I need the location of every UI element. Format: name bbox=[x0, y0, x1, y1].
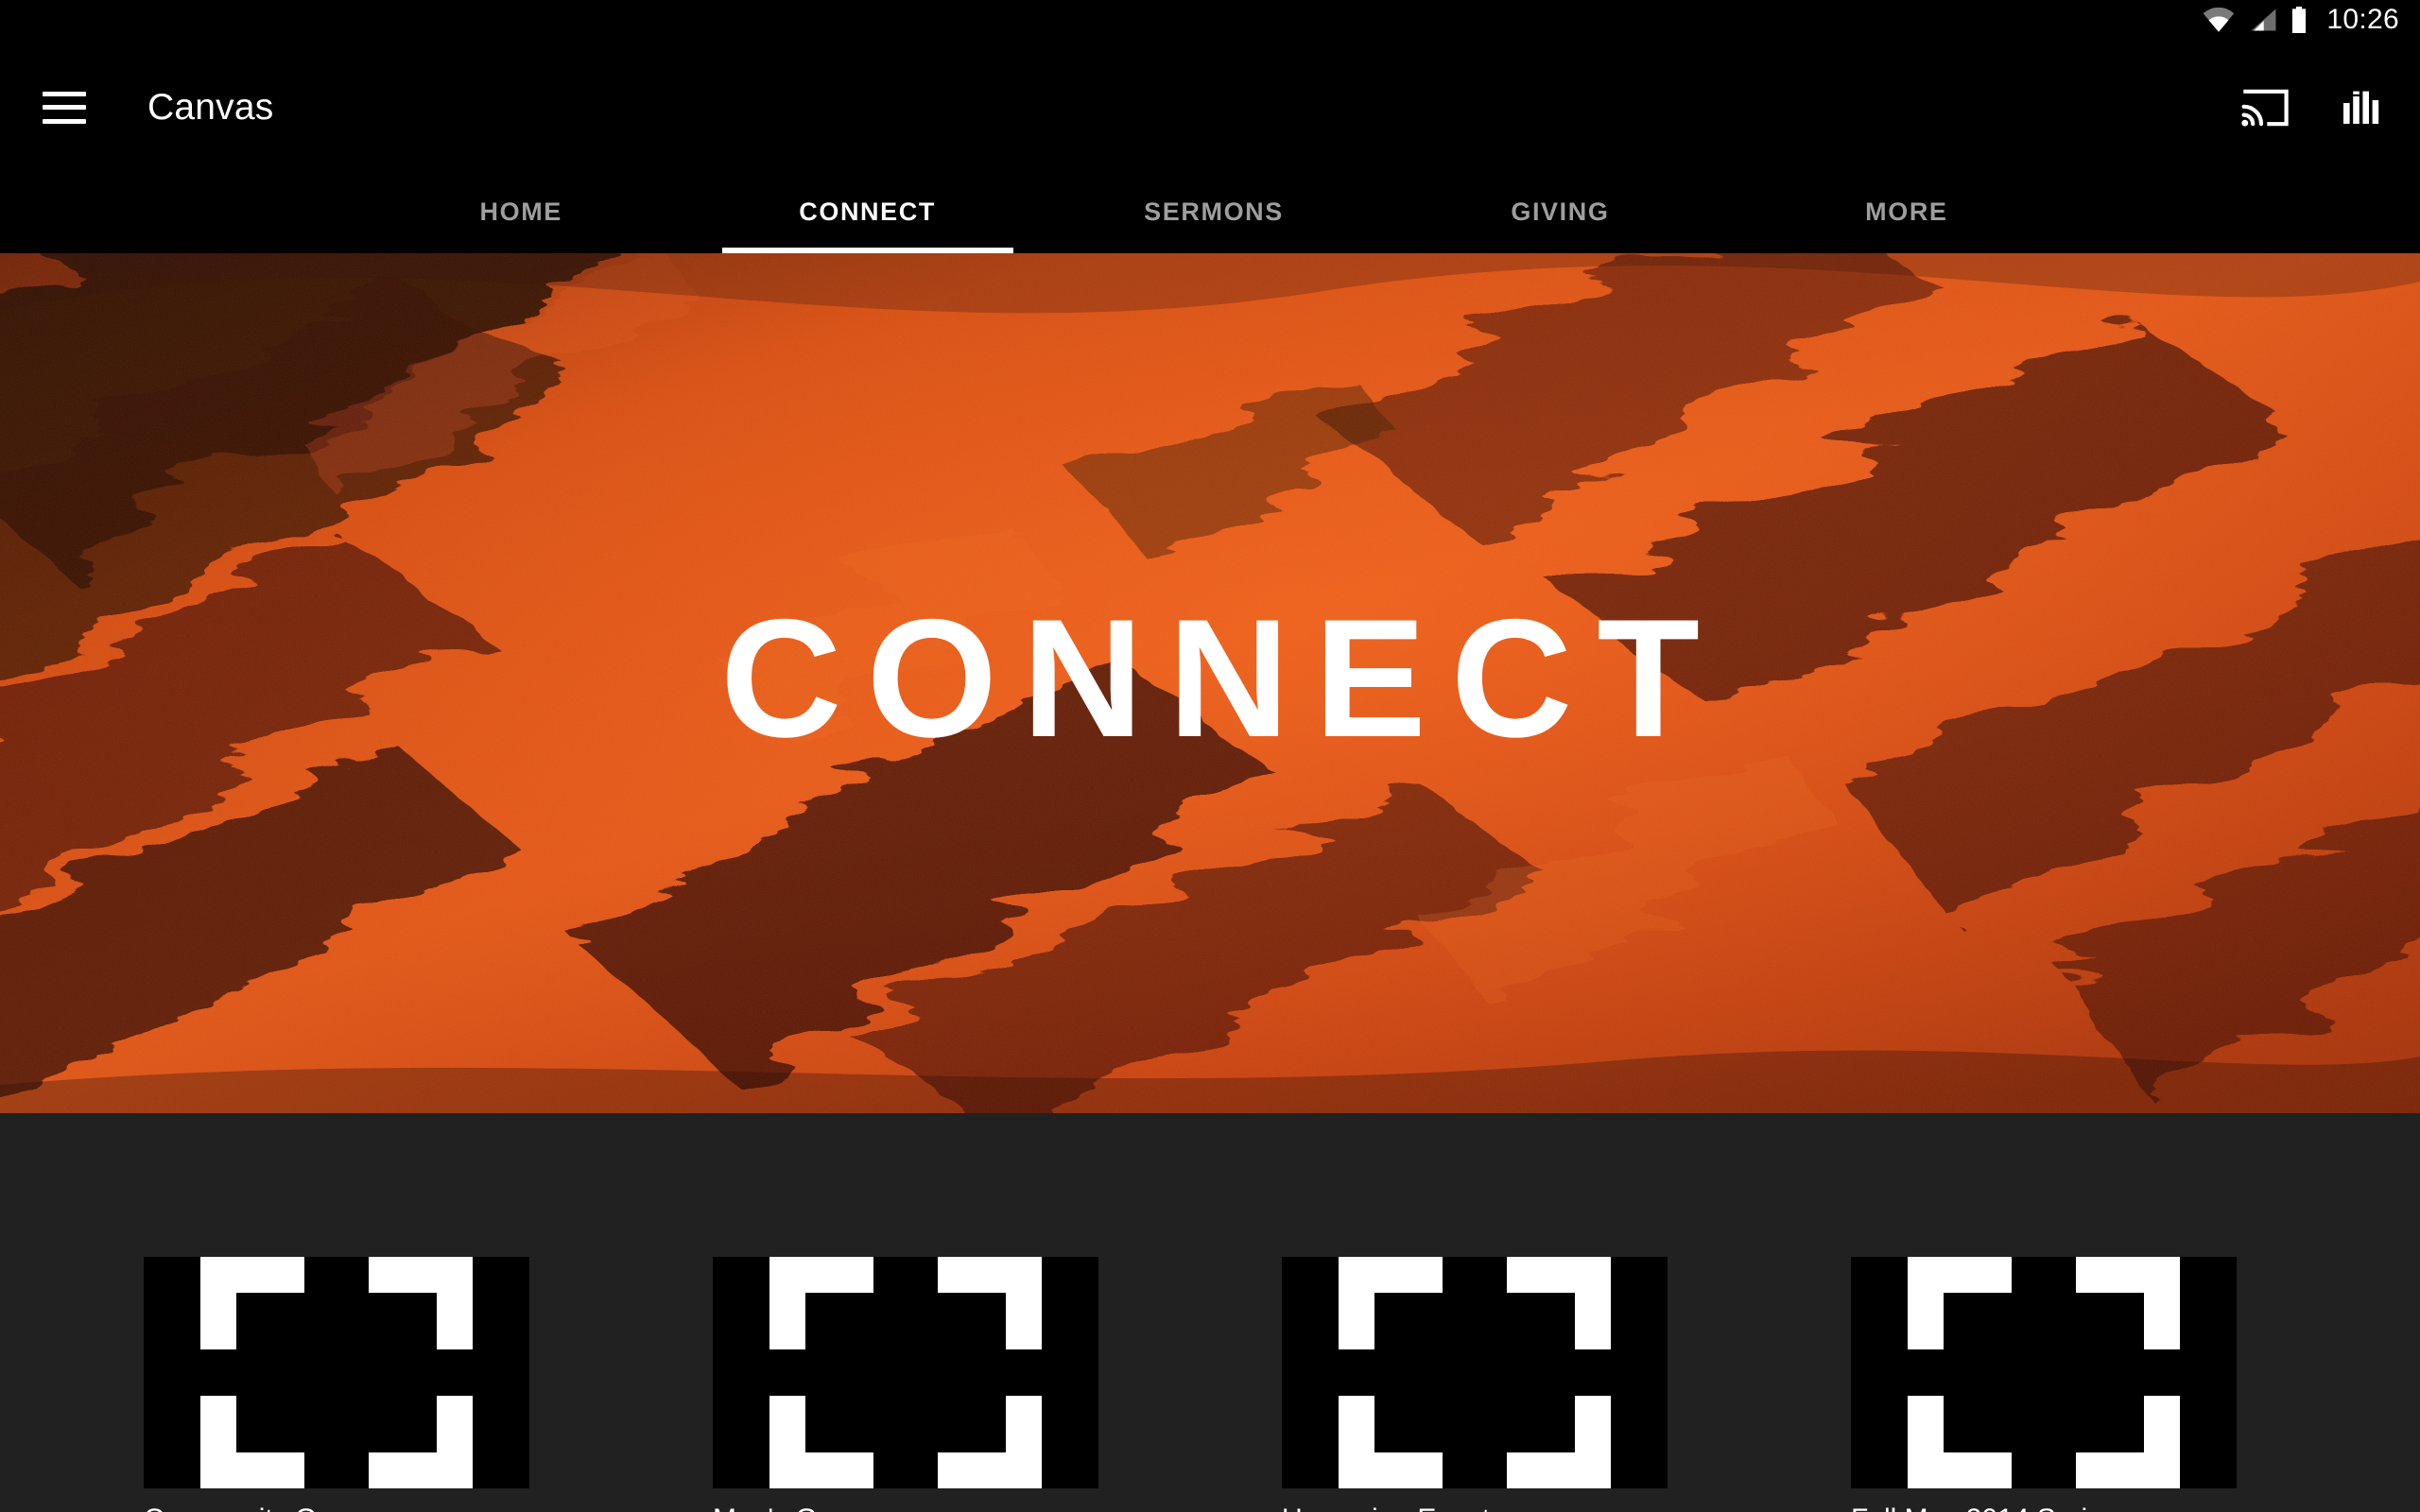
image-placeholder-icon bbox=[1282, 1257, 1668, 1488]
list-item-label: Community Groups bbox=[144, 1503, 529, 1512]
image-placeholder-icon bbox=[144, 1257, 529, 1488]
list-item[interactable]: Fall Msg 2014 Series bbox=[1851, 1257, 2237, 1512]
list-item[interactable]: Community Groups bbox=[144, 1257, 529, 1512]
tab-more[interactable]: MORE bbox=[1734, 175, 2080, 253]
battery-icon bbox=[2290, 7, 2308, 33]
app-screen: 10:26 Canvas HOME CONNECT SERMONS GIVING… bbox=[0, 0, 2420, 1512]
tab-home[interactable]: HOME bbox=[348, 175, 694, 253]
wifi-icon bbox=[2203, 8, 2235, 32]
status-bar-clock: 10:26 bbox=[2326, 4, 2399, 35]
status-bar: 10:26 bbox=[0, 0, 2420, 40]
card-list: Community Groups Men's Group bbox=[0, 1257, 2420, 1512]
image-placeholder-icon bbox=[713, 1257, 1098, 1488]
list-item[interactable]: Men's Group bbox=[713, 1257, 1098, 1512]
list-item[interactable]: Upcoming Events bbox=[1282, 1257, 1668, 1512]
content-area: Community Groups Men's Group bbox=[0, 1113, 2420, 1512]
hamburger-menu-icon[interactable] bbox=[43, 91, 86, 124]
tab-sermons[interactable]: SERMONS bbox=[1041, 175, 1387, 253]
cast-icon[interactable] bbox=[2241, 87, 2290, 129]
list-item-label: Fall Msg 2014 Series bbox=[1851, 1503, 2237, 1512]
cell-signal-icon bbox=[2247, 8, 2277, 32]
app-bar: Canvas bbox=[0, 40, 2420, 175]
tab-bar: HOME CONNECT SERMONS GIVING MORE bbox=[0, 175, 2420, 253]
equalizer-icon[interactable] bbox=[2341, 87, 2382, 129]
app-bar-actions bbox=[2241, 87, 2382, 129]
image-placeholder-icon bbox=[1851, 1257, 2237, 1488]
list-item-label: Men's Group bbox=[713, 1503, 1098, 1512]
tab-giving[interactable]: GIVING bbox=[1387, 175, 1733, 253]
hero-title: CONNECT bbox=[719, 584, 1725, 772]
hero-banner[interactable]: CONNECT bbox=[0, 253, 2420, 1113]
tab-connect[interactable]: CONNECT bbox=[694, 175, 1040, 253]
page-title: Canvas bbox=[147, 86, 274, 128]
list-item-label: Upcoming Events bbox=[1282, 1503, 1668, 1512]
